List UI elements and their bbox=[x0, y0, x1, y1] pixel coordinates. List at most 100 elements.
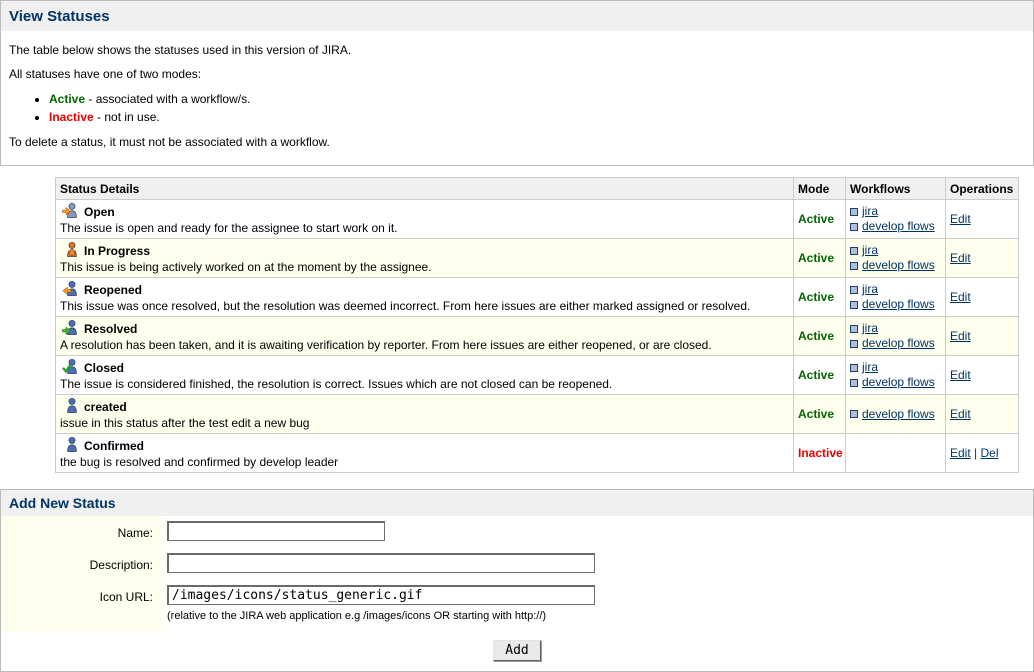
edit-link[interactable]: Edit bbox=[950, 407, 971, 421]
operations-cell: Edit bbox=[946, 317, 1019, 356]
workflow-link[interactable]: develop flows bbox=[862, 407, 935, 422]
status-mode: Inactive bbox=[794, 434, 846, 473]
operations-cell: Edit bbox=[946, 200, 1019, 239]
intro-text: The table below shows the statuses used … bbox=[9, 43, 1025, 57]
workflow-item: jira bbox=[850, 282, 941, 297]
table-row: Resolved A resolution has been taken, an… bbox=[56, 317, 1019, 356]
workflow-link[interactable]: jira bbox=[862, 282, 878, 297]
workflow-item: develop flows bbox=[850, 407, 941, 422]
modes-intro-text: All statuses have one of two modes: bbox=[9, 67, 1025, 81]
status-mode: Active bbox=[794, 356, 846, 395]
status-details-cell: Reopened This issue was once resolved, b… bbox=[56, 278, 794, 317]
status-closed-icon bbox=[60, 358, 84, 377]
icon-url-input[interactable] bbox=[167, 585, 595, 605]
workflow-link[interactable]: develop flows bbox=[862, 258, 935, 273]
workflow-bullet-icon bbox=[850, 379, 858, 387]
status-open-icon bbox=[60, 202, 84, 221]
workflow-link[interactable]: jira bbox=[862, 243, 878, 258]
edit-link[interactable]: Edit bbox=[950, 368, 971, 382]
active-mode-label: Active bbox=[49, 92, 85, 106]
edit-link[interactable]: Edit bbox=[950, 290, 971, 304]
workflow-bullet-icon bbox=[850, 301, 858, 309]
workflow-link[interactable]: develop flows bbox=[862, 336, 935, 351]
workflows-cell: jiradevelop flows bbox=[846, 200, 946, 239]
label-column-spacer bbox=[1, 608, 161, 632]
edit-link[interactable]: Edit bbox=[950, 251, 971, 265]
workflow-bullet-icon bbox=[850, 364, 858, 372]
status-name: Confirmed bbox=[84, 439, 144, 453]
intro-block: The table below shows the statuses used … bbox=[1, 31, 1033, 165]
workflow-item: develop flows bbox=[850, 375, 941, 390]
name-input[interactable] bbox=[167, 521, 385, 541]
workflow-bullet-icon bbox=[850, 247, 858, 255]
workflows-cell: jiradevelop flows bbox=[846, 239, 946, 278]
workflows-cell: jiradevelop flows bbox=[846, 317, 946, 356]
status-mode: Active bbox=[794, 317, 846, 356]
workflow-item: jira bbox=[850, 321, 941, 336]
edit-link[interactable]: Edit bbox=[950, 329, 971, 343]
workflow-item: develop flows bbox=[850, 258, 941, 273]
inactive-mode-label: Inactive bbox=[49, 110, 94, 124]
col-operations: Operations bbox=[946, 178, 1019, 200]
workflow-bullet-icon bbox=[850, 410, 858, 418]
workflow-link[interactable]: jira bbox=[862, 321, 878, 336]
workflow-bullet-icon bbox=[850, 223, 858, 231]
col-mode: Mode bbox=[794, 178, 846, 200]
icon-url-label: Icon URL: bbox=[1, 580, 161, 608]
modes-list: Active - associated with a workflow/s. I… bbox=[9, 91, 1025, 125]
table-header-row: Status Details Mode Workflows Operations bbox=[56, 178, 1019, 200]
status-mode: Active bbox=[794, 395, 846, 434]
workflow-link[interactable]: jira bbox=[862, 204, 878, 219]
description-input[interactable] bbox=[167, 553, 595, 573]
delete-note-text: To delete a status, it must not be assoc… bbox=[9, 135, 1025, 149]
description-label: Description: bbox=[1, 548, 161, 580]
workflow-item: jira bbox=[850, 243, 941, 258]
workflows-cell: jiradevelop flows bbox=[846, 356, 946, 395]
workflow-link[interactable]: jira bbox=[862, 360, 878, 375]
status-generic-icon bbox=[60, 397, 84, 416]
status-description: The issue is considered finished, the re… bbox=[60, 377, 789, 392]
status-details-cell: created issue in this status after the t… bbox=[56, 395, 794, 434]
status-inprogress-icon bbox=[60, 241, 84, 260]
add-status-title: Add New Status bbox=[1, 490, 1033, 516]
operations-cell: Edit bbox=[946, 239, 1019, 278]
col-status-details: Status Details bbox=[56, 178, 794, 200]
status-description: The issue is open and ready for the assi… bbox=[60, 221, 789, 236]
view-statuses-section: View Statuses The table below shows the … bbox=[0, 0, 1034, 166]
operations-cell: Edit bbox=[946, 356, 1019, 395]
workflow-link[interactable]: develop flows bbox=[862, 219, 935, 234]
name-label: Name: bbox=[1, 516, 161, 548]
col-workflows: Workflows bbox=[846, 178, 946, 200]
workflows-cell: develop flows bbox=[846, 395, 946, 434]
status-details-cell: Closed The issue is considered finished,… bbox=[56, 356, 794, 395]
operations-cell: Edit bbox=[946, 278, 1019, 317]
workflow-bullet-icon bbox=[850, 262, 858, 270]
workflow-bullet-icon bbox=[850, 325, 858, 333]
workflow-item: develop flows bbox=[850, 336, 941, 351]
status-mode: Active bbox=[794, 200, 846, 239]
workflow-link[interactable]: develop flows bbox=[862, 297, 935, 312]
operation-separator: | bbox=[971, 446, 981, 460]
del-link[interactable]: Del bbox=[980, 446, 998, 460]
edit-link[interactable]: Edit bbox=[950, 212, 971, 226]
status-name: Open bbox=[84, 205, 115, 219]
icon-url-hint: (relative to the JIRA web application e.… bbox=[161, 608, 546, 632]
mode-item-active: Active - associated with a workflow/s. bbox=[49, 91, 1025, 107]
workflow-link[interactable]: develop flows bbox=[862, 375, 935, 390]
add-button[interactable]: Add bbox=[493, 640, 540, 661]
table-row: Closed The issue is considered finished,… bbox=[56, 356, 1019, 395]
status-details-cell: Resolved A resolution has been taken, an… bbox=[56, 317, 794, 356]
status-mode: Active bbox=[794, 278, 846, 317]
edit-link[interactable]: Edit bbox=[950, 446, 971, 460]
table-row: In Progress This issue is being actively… bbox=[56, 239, 1019, 278]
status-description: This issue is being actively worked on a… bbox=[60, 260, 789, 275]
table-row: Confirmed the bug is resolved and confir… bbox=[56, 434, 1019, 473]
status-name: In Progress bbox=[84, 244, 150, 258]
workflows-cell bbox=[846, 434, 946, 473]
status-name: Resolved bbox=[84, 322, 137, 336]
inactive-mode-desc: - not in use. bbox=[94, 110, 160, 124]
workflow-bullet-icon bbox=[850, 340, 858, 348]
status-details-cell: Confirmed the bug is resolved and confir… bbox=[56, 434, 794, 473]
mode-item-inactive: Inactive - not in use. bbox=[49, 109, 1025, 125]
status-reopened-icon bbox=[60, 280, 84, 299]
